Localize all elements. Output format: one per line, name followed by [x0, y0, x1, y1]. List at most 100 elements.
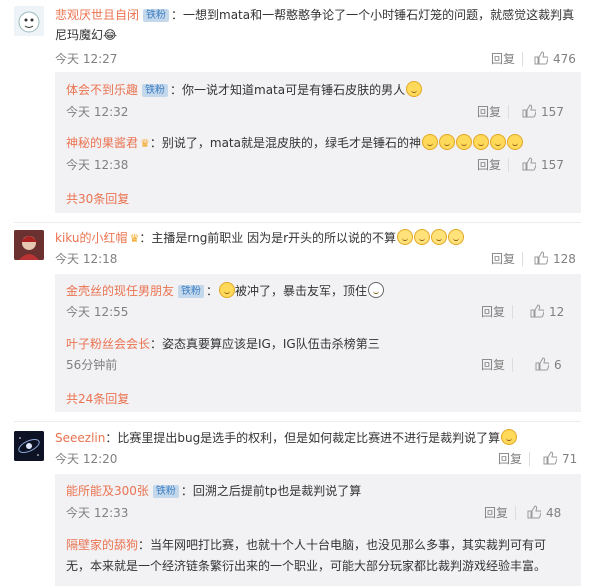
- reply-body: 能所能及300张 铁粉 ：回溯之后提前tp也是裁判说了算: [66, 481, 581, 501]
- doge-emoji-icon: [406, 81, 423, 97]
- reply-body: 叶子粉丝会会长：姿态真要算应该是IG，IG队伍击杀榜第三: [66, 334, 581, 354]
- more-replies-link[interactable]: 共30条回复: [66, 190, 129, 207]
- comment-text: ：一想到mata和一帮憨憨争论了一个小时锤石灯笼的问题，就感觉这裁判真: [171, 8, 575, 22]
- vip-crown-icon: ♛: [140, 137, 150, 150]
- username-link[interactable]: 体会不到乐趣: [66, 83, 138, 97]
- username-link[interactable]: 悲观厌世且自闭: [55, 8, 139, 22]
- comment-text: ：主播是rng前职业 因为是r开头的所以说的不算: [139, 231, 397, 245]
- thumbs-up-icon: [530, 304, 545, 318]
- doge-emoji-icon: [507, 134, 523, 150]
- comment-body: Seeezlin：比赛里提出bug是选手的权利，但是如何裁定比赛进不进行是裁判说…: [55, 428, 581, 448]
- like-count: 6: [554, 358, 562, 372]
- timestamp: 56分钟前: [66, 358, 118, 372]
- reply-text-cont: 被冲了，暴击友军，顶住: [235, 284, 368, 298]
- timestamp: 今天 12:18: [55, 252, 118, 266]
- reply-text: ：当年网吧打比赛，也就十个人十台电脑，也没见那么多事，其实裁判可有可: [138, 538, 547, 552]
- username-link[interactable]: 能所能及300张: [66, 484, 149, 498]
- separator: [508, 158, 509, 172]
- like-button[interactable]: 71: [543, 451, 577, 467]
- separator: [522, 52, 523, 66]
- username-link[interactable]: 叶子粉丝会会长: [66, 337, 150, 351]
- laugh-emoji-icon: [397, 229, 414, 245]
- smirk-emoji-icon: [501, 429, 518, 445]
- reply-text: ：回溯之后提前tp也是裁判说了算: [180, 484, 362, 498]
- username-link[interactable]: 隔壁家的舔狗: [66, 538, 138, 552]
- doge-emoji-icon: [473, 134, 489, 150]
- like-count: 157: [541, 105, 564, 119]
- reply-button[interactable]: 回复: [481, 304, 505, 320]
- reply-text: ：: [206, 284, 219, 298]
- separator: [522, 252, 523, 266]
- reply-text: ：别说了，mata就是混皮肤的，绿毛才是锤石的神: [149, 136, 421, 150]
- like-count: 157: [541, 158, 564, 172]
- like-button[interactable]: 157: [522, 104, 564, 120]
- reply-button[interactable]: 回复: [484, 505, 508, 521]
- more-replies-link[interactable]: 共24条回复: [66, 390, 129, 407]
- reply-body: 体会不到乐趣 铁粉 ：你一说才知道mata可是有锤石皮肤的男人: [66, 80, 581, 100]
- laugh-emoji-icon: [448, 229, 465, 245]
- timestamp: 今天 12:20: [55, 452, 118, 466]
- like-button[interactable]: 12: [530, 304, 564, 320]
- doge-emoji-icon: [439, 134, 455, 150]
- vip-crown-icon: ♛: [129, 232, 140, 245]
- like-count: 12: [549, 305, 565, 319]
- thumbs-up-icon: [522, 157, 537, 171]
- separator: [529, 452, 530, 466]
- avatar-galaxy-icon: [14, 431, 44, 461]
- username-link[interactable]: Seeezlin: [55, 431, 105, 445]
- separator: [512, 358, 513, 372]
- reply-button[interactable]: 回复: [477, 104, 501, 120]
- like-count: 476: [553, 52, 576, 66]
- comment-text: ：比赛里提出bug是选手的权利，但是如何裁定比赛进不进行是裁判说了算: [105, 431, 501, 445]
- reply-button[interactable]: 回复: [498, 451, 522, 467]
- comment-text-cont: 尼玛魔幻😂: [55, 28, 118, 42]
- reply-button[interactable]: 回复: [481, 357, 505, 373]
- fan-badge[interactable]: 铁粉: [152, 485, 179, 498]
- avatar[interactable]: [14, 431, 44, 461]
- like-button[interactable]: 48: [527, 505, 561, 521]
- thumbs-up-icon: [522, 104, 537, 118]
- timestamp: 今天 12:27: [55, 52, 118, 66]
- reply-body: 神秘的果酱君 ♛：别说了，mata就是混皮肤的，绿毛才是锤石的神: [66, 133, 581, 154]
- laugh-emoji-icon: [431, 229, 448, 245]
- fan-badge[interactable]: 铁粉: [143, 9, 170, 22]
- avatar[interactable]: [14, 6, 44, 36]
- like-count: 48: [546, 506, 562, 520]
- comment-body: kiku的小红帽 ♛：主播是rng前职业 因为是r开头的所以说的不算: [55, 228, 581, 249]
- doge-emoji-icon: [490, 134, 506, 150]
- avatar-photo-icon: [14, 230, 44, 260]
- reply-body: 金壳丝的现任男朋友 铁粉： 被冲了，暴击友军，顶住: [66, 281, 581, 301]
- avatar[interactable]: [14, 230, 44, 260]
- thumbs-up-icon: [534, 251, 549, 265]
- doge-emoji-icon: [422, 134, 438, 150]
- like-count: 128: [553, 252, 576, 266]
- timestamp: 今天 12:33: [66, 506, 129, 520]
- like-button[interactable]: 128: [534, 251, 576, 267]
- like-button[interactable]: 6: [535, 357, 562, 373]
- thumbs-up-icon: [534, 51, 549, 65]
- username-link[interactable]: kiku的小红帽: [55, 231, 127, 245]
- reply-button[interactable]: 回复: [491, 251, 515, 267]
- reply-text: ：姿态真要算应该是IG，IG队伍击杀榜第三: [150, 337, 380, 351]
- reply-body: 隔壁家的舔狗：当年网吧打比赛，也就十个人十台电脑，也没见那么多事，其实裁判可有可: [66, 535, 581, 555]
- separator: [508, 105, 509, 119]
- reply-button[interactable]: 回复: [477, 157, 501, 173]
- timestamp: 今天 12:55: [66, 305, 129, 319]
- like-button[interactable]: 476: [534, 51, 576, 67]
- doge-emoji-icon: [456, 134, 472, 150]
- like-count: 71: [562, 452, 578, 466]
- fan-badge[interactable]: 铁粉: [178, 285, 205, 298]
- ghost-emoji-icon: [368, 282, 385, 298]
- divider: [14, 222, 581, 223]
- reply-text-cont: 无，本来就是一个经济链条繁衍出来的一个职业，可能大部分玩家都比裁判游戏经验丰富。: [66, 559, 547, 573]
- username-link[interactable]: 神秘的果酱君: [66, 136, 138, 150]
- like-button[interactable]: 157: [522, 157, 564, 173]
- timestamp: 今天 12:38: [66, 158, 129, 172]
- username-link[interactable]: 金壳丝的现任男朋友: [66, 284, 174, 298]
- comment-body: 悲观厌世且自闭 铁粉 ：一想到mata和一帮憨憨争论了一个小时锤石灯笼的问题，就感觉…: [55, 5, 581, 25]
- fan-badge[interactable]: 铁粉: [142, 84, 169, 97]
- reply-button[interactable]: 回复: [491, 51, 515, 67]
- separator: [512, 305, 513, 319]
- thumbs-up-icon: [535, 357, 550, 371]
- thumbs-up-icon: [527, 505, 542, 519]
